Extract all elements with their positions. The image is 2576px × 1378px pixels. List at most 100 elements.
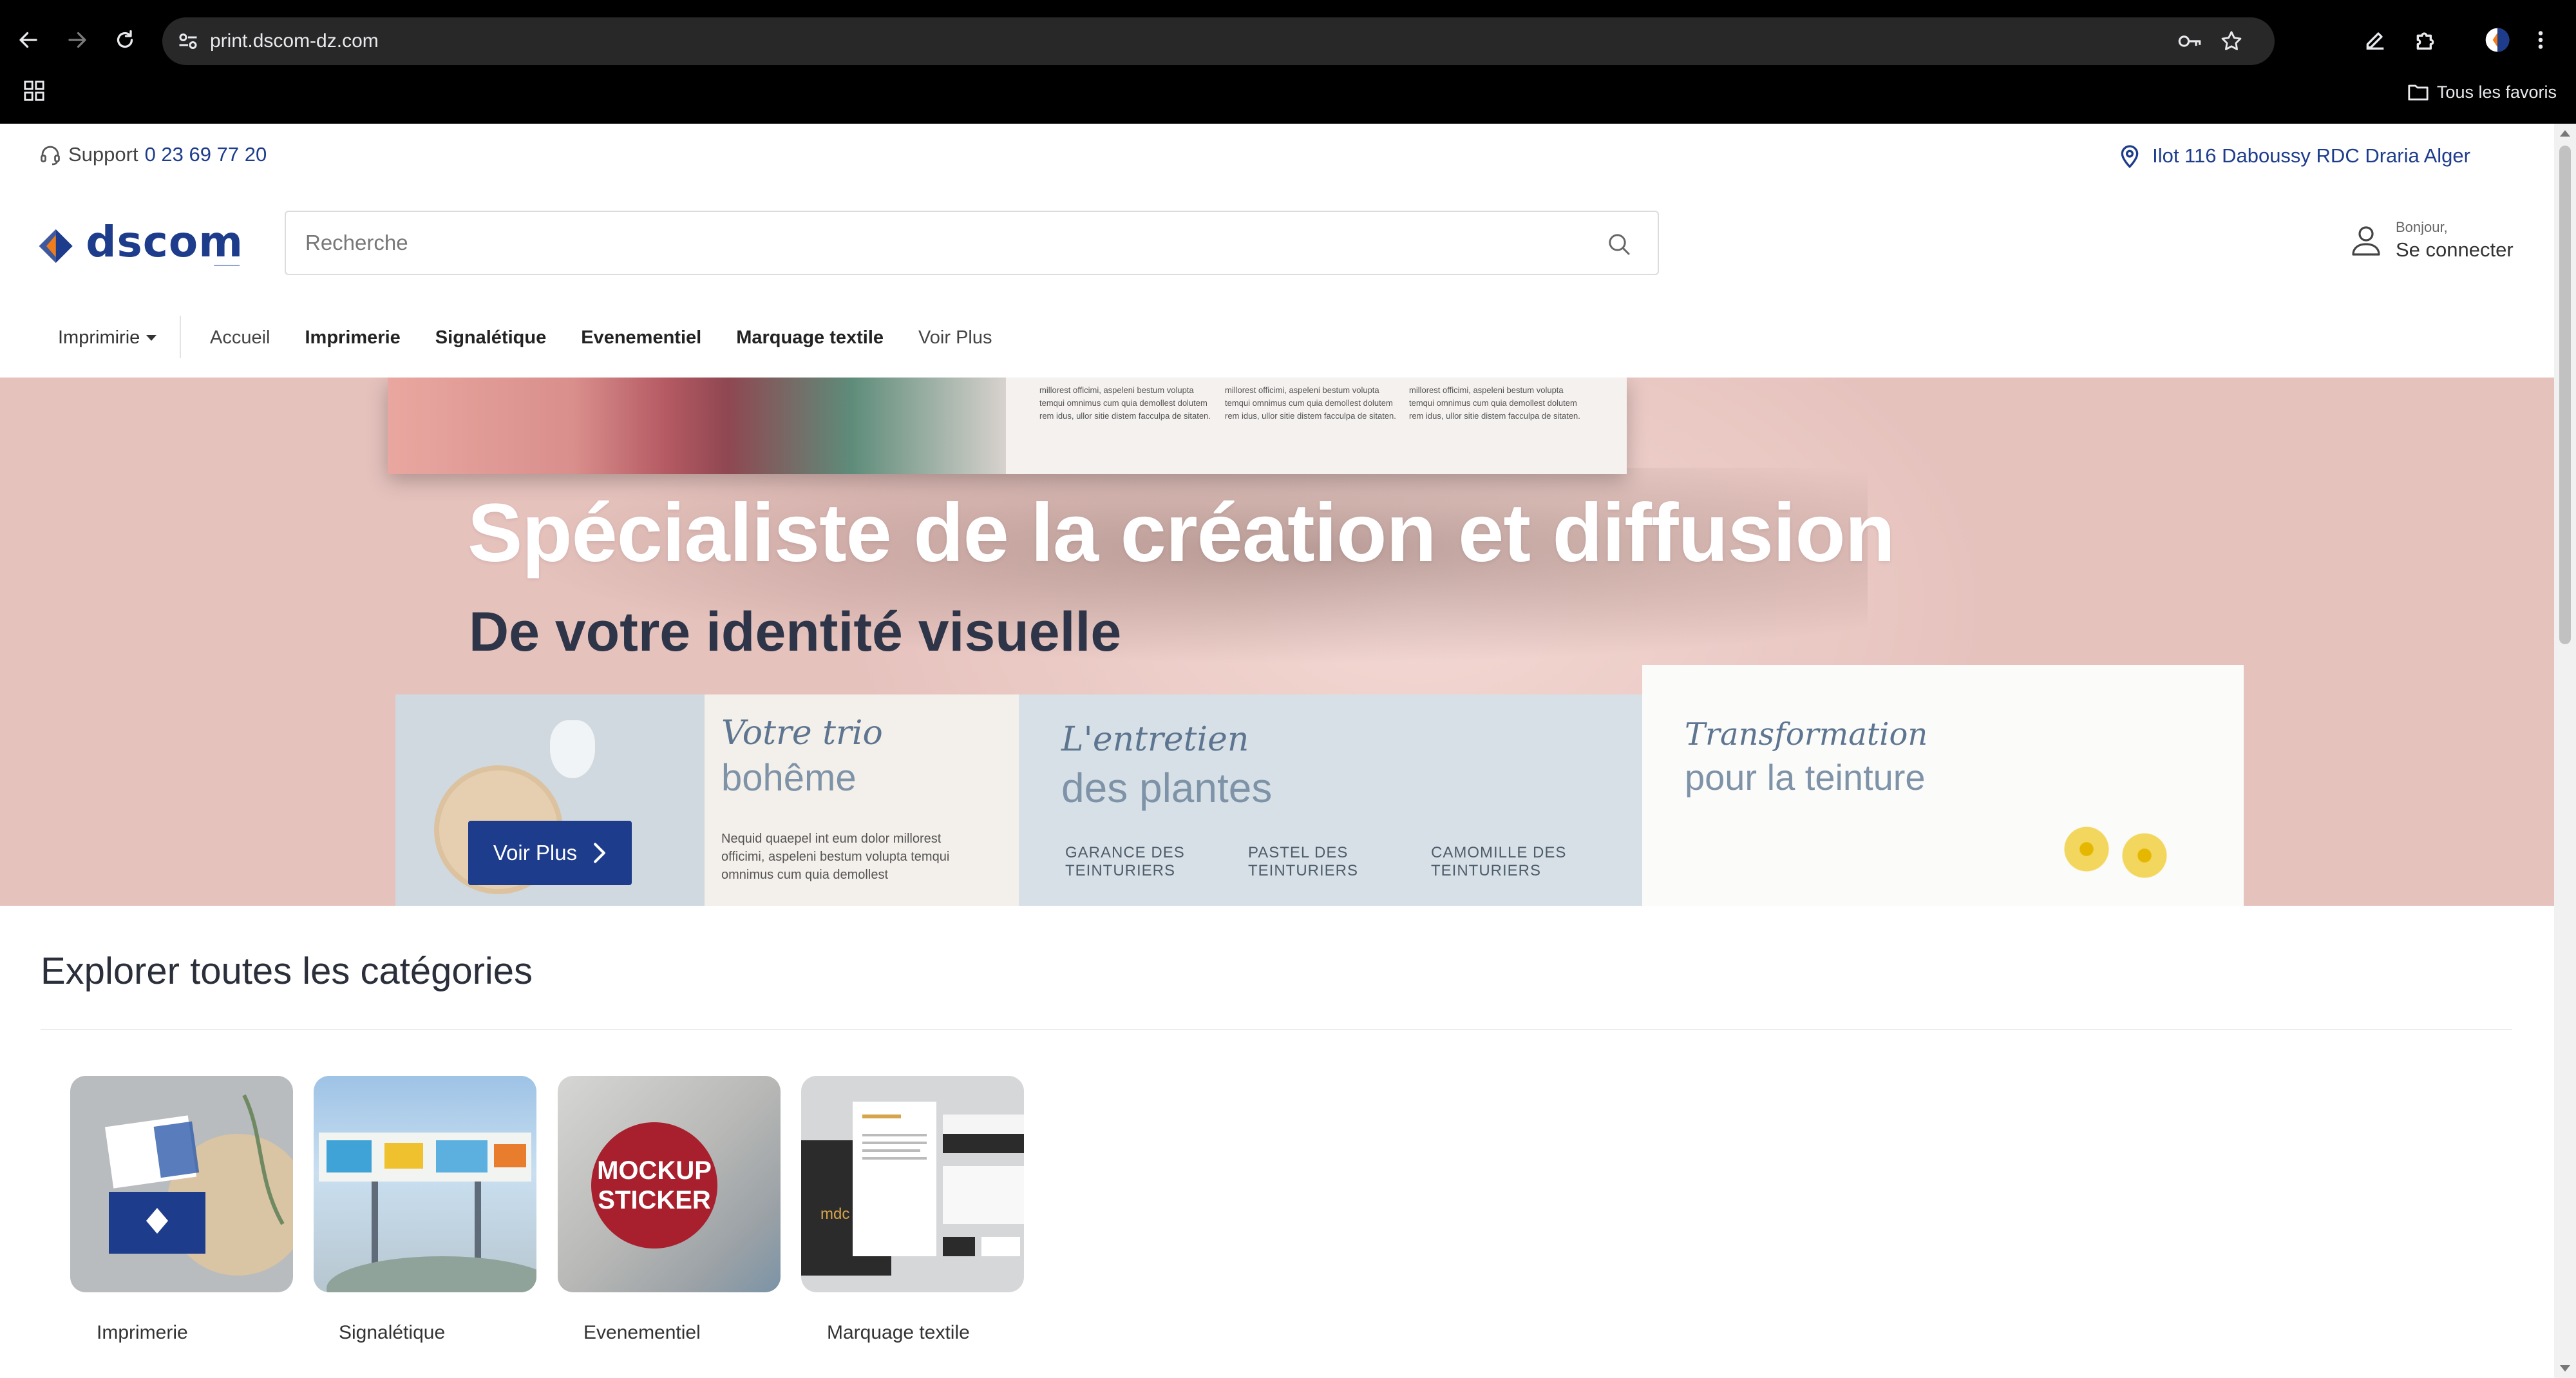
forward-button[interactable] bbox=[61, 23, 94, 57]
more-vertical-icon bbox=[2538, 31, 2543, 49]
chevron-right-icon bbox=[594, 843, 605, 863]
puzzle-icon bbox=[2416, 32, 2434, 50]
flower-illustration-2 bbox=[2119, 830, 2170, 881]
arrow-left-icon bbox=[19, 32, 37, 48]
headset-icon bbox=[41, 146, 60, 166]
edit-button[interactable] bbox=[2360, 24, 2391, 55]
brochure-panel-plantes: L'entretien des plantes GARANCE DES TEIN… bbox=[1019, 694, 1642, 906]
profile-avatar-icon bbox=[2485, 28, 2510, 52]
scroll-up-arrow-icon[interactable] bbox=[2560, 130, 2570, 137]
page-scrollbar[interactable] bbox=[2554, 124, 2576, 1378]
stationery-image: mdc bbox=[801, 1102, 1024, 1276]
star-icon[interactable] bbox=[2219, 29, 2244, 53]
nav-links: Accueil Imprimerie Signalétique Evenemen… bbox=[210, 327, 992, 349]
brochure-text-col-1: millorest officimi, aspeleni bestum volu… bbox=[1039, 385, 1211, 421]
category-label-marquage-textile[interactable]: Marquage textile bbox=[827, 1322, 970, 1344]
url-text[interactable]: print.dscom-dz.com bbox=[210, 17, 379, 65]
brochure-panel-trio: Votre trio bohême Nequid quaepel int eum… bbox=[705, 694, 1019, 906]
category-label-evenementiel[interactable]: Evenementiel bbox=[583, 1322, 701, 1344]
search-input[interactable] bbox=[305, 212, 1529, 274]
brochure-text-col-2: millorest officimi, aspeleni bestum volu… bbox=[1225, 385, 1396, 421]
hero-subtitle: De votre identité visuelle bbox=[469, 601, 1122, 663]
site-settings-icon[interactable] bbox=[176, 30, 200, 53]
reload-icon bbox=[117, 30, 133, 48]
category-card-marquage-textile[interactable]: mdc bbox=[801, 1076, 1024, 1292]
main-navigation: Imprimirie Accueil Imprimerie Signalétiq… bbox=[0, 303, 2554, 374]
store-address[interactable]: Ilot 116 Daboussy RDC Draria Alger bbox=[2119, 143, 2470, 169]
caret-down-icon bbox=[146, 335, 157, 341]
menu-button[interactable] bbox=[2531, 24, 2550, 55]
category-dropdown[interactable]: Imprimirie bbox=[58, 327, 157, 349]
logo-text: dscom bbox=[86, 216, 243, 267]
panel-trio-thin: bohême bbox=[721, 757, 857, 799]
panel-plantes-item-3: CAMOMILLE DES TEINTURIERS bbox=[1431, 844, 1567, 879]
logo-tagline-mark: ━━━━━━ bbox=[214, 262, 240, 270]
decor-lamp bbox=[550, 720, 595, 778]
account-text: Bonjour, Se connecter bbox=[2396, 219, 2514, 262]
edit-icon bbox=[2366, 32, 2384, 50]
panel-plantes-item-1: GARANCE DES TEINTURIERS bbox=[1065, 844, 1185, 879]
support-info[interactable]: Support 0 23 69 77 20 bbox=[39, 143, 267, 166]
nav-link-evenementiel[interactable]: Evenementiel bbox=[581, 327, 701, 349]
user-icon bbox=[2352, 226, 2380, 256]
arrow-right-icon bbox=[68, 32, 86, 48]
brochure-top-photo bbox=[388, 378, 1006, 474]
brochure-top-mockup: millorest officimi, aspeleni bestum volu… bbox=[388, 378, 1627, 474]
all-bookmarks-button[interactable]: Tous les favoris bbox=[2407, 80, 2557, 104]
brochure-text-col-3: millorest officimi, aspeleni bestum volu… bbox=[1409, 385, 1580, 421]
panel-trio-paragraph: Nequid quaepel int eum dolor millorest o… bbox=[721, 832, 950, 882]
sticker-text-2: STICKER bbox=[598, 1186, 711, 1214]
support-phone[interactable]: 0 23 69 77 20 bbox=[145, 143, 267, 166]
apps-grid-icon[interactable] bbox=[23, 80, 45, 102]
account-login[interactable]: Bonjour, Se connecter bbox=[2351, 219, 2514, 262]
reload-button[interactable] bbox=[108, 23, 142, 57]
panel-plantes-script: L'entretien bbox=[1061, 720, 1249, 759]
stationery-brand-mark: mdc bbox=[820, 1205, 849, 1223]
brochure-panel-teinture: Transformation pour la teinture bbox=[1642, 665, 2244, 906]
webpage: Support 0 23 69 77 20 Ilot 116 Daboussy … bbox=[0, 124, 2554, 1378]
support-label: Support bbox=[68, 143, 138, 166]
search-bar[interactable] bbox=[285, 211, 1659, 275]
address-bar[interactable]: print.dscom-dz.com bbox=[162, 17, 2275, 65]
categories-title: Explorer toutes les catégories bbox=[41, 950, 533, 992]
logo-wordmark: dscom ━━━━━━ bbox=[86, 216, 243, 270]
mockup-sticker-image: MOCKUP STICKER bbox=[591, 1122, 717, 1249]
site-logo[interactable]: dscom ━━━━━━ bbox=[37, 214, 243, 278]
panel-teinture-script: Transformation bbox=[1685, 716, 1928, 752]
nav-link-imprimerie[interactable]: Imprimerie bbox=[305, 327, 401, 349]
category-card-evenementiel[interactable]: MOCKUP STICKER bbox=[558, 1076, 781, 1292]
browser-chrome: print.dscom-dz.com Tous les favoris bbox=[0, 0, 2576, 124]
search-icon[interactable] bbox=[1606, 231, 1632, 257]
billboard-image bbox=[319, 1133, 536, 1292]
categories-divider bbox=[41, 1029, 2512, 1030]
nav-link-marquage-textile[interactable]: Marquage textile bbox=[736, 327, 884, 349]
profile-button[interactable] bbox=[2482, 24, 2513, 55]
back-button[interactable] bbox=[12, 23, 45, 57]
hero-voir-plus-button[interactable]: Voir Plus bbox=[468, 821, 632, 885]
all-bookmarks-label: Tous les favoris bbox=[2436, 82, 2557, 102]
panel-plantes-thin: des plantes bbox=[1061, 765, 1273, 811]
panel-teinture-thin: pour la teinture bbox=[1685, 757, 1926, 798]
category-label-signaletique[interactable]: Signalétique bbox=[339, 1322, 445, 1344]
key-icon[interactable] bbox=[2177, 30, 2202, 53]
nav-link-signaletique[interactable]: Signalétique bbox=[435, 327, 546, 349]
flower-illustration-1 bbox=[2061, 823, 2112, 875]
category-card-imprimerie[interactable] bbox=[70, 1076, 293, 1292]
nav-link-accueil[interactable]: Accueil bbox=[210, 327, 270, 349]
category-card-signaletique[interactable] bbox=[314, 1076, 536, 1292]
business-cards-image bbox=[104, 1094, 293, 1276]
scrollbar-thumb[interactable] bbox=[2559, 146, 2571, 644]
location-pin-icon bbox=[2121, 145, 2139, 169]
login-link[interactable]: Se connecter bbox=[2396, 238, 2514, 262]
panel-trio-script: Votre trio bbox=[721, 714, 883, 752]
hero-title: Spécialiste de la création et diffusion bbox=[468, 487, 1895, 579]
nav-divider bbox=[180, 316, 181, 358]
brochure-bottom-mockup: Votre trio bohême Nequid quaepel int eum… bbox=[395, 665, 2244, 906]
scroll-down-arrow-icon[interactable] bbox=[2560, 1365, 2570, 1372]
nav-link-voir-plus[interactable]: Voir Plus bbox=[918, 327, 992, 349]
address-text: Ilot 116 Daboussy RDC Draria Alger bbox=[2152, 144, 2470, 167]
sticker-text: MOCKUP bbox=[597, 1156, 712, 1185]
category-label-imprimerie[interactable]: Imprimerie bbox=[97, 1322, 188, 1344]
panel-plantes-item-2: PASTEL DES TEINTURIERS bbox=[1248, 844, 1359, 879]
extensions-button[interactable] bbox=[2410, 24, 2441, 55]
